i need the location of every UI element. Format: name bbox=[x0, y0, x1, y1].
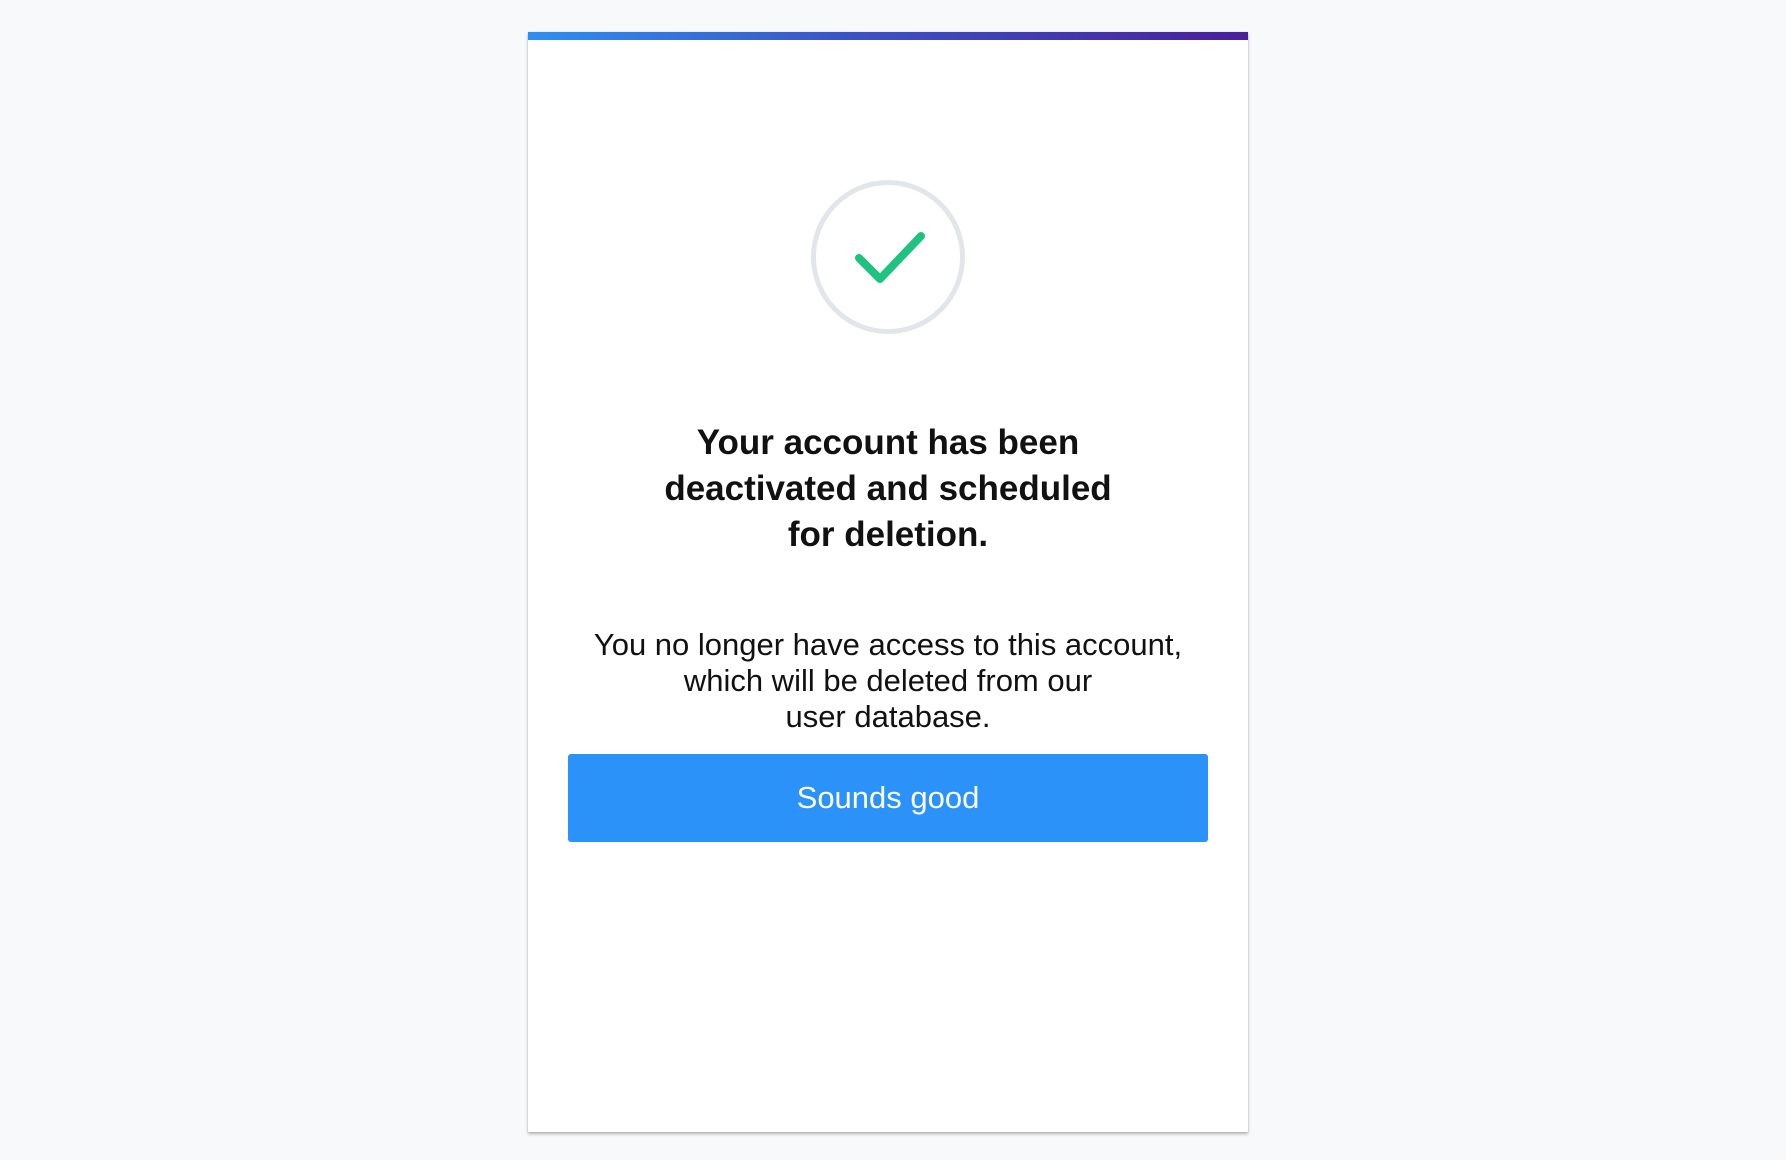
dialog-message-line: user database. bbox=[785, 699, 991, 734]
dialog-title: Your account has been deactivated and sc… bbox=[608, 420, 1168, 558]
sounds-good-button[interactable]: Sounds good bbox=[568, 754, 1208, 842]
success-status-circle bbox=[811, 180, 965, 334]
dialog-message: You no longer have access to this accoun… bbox=[568, 627, 1208, 735]
check-icon bbox=[855, 232, 925, 283]
dialog-title-line: for deletion. bbox=[787, 515, 989, 554]
dialog-message-line: which will be deleted from our bbox=[683, 663, 1093, 698]
dialog-title-line: deactivated and scheduled bbox=[664, 469, 1112, 508]
accent-bar bbox=[528, 32, 1248, 40]
dialog-message-line: You no longer have access to this accoun… bbox=[593, 627, 1183, 662]
dialog-title-line: Your account has been bbox=[696, 423, 1080, 462]
confirmation-card: Your account has been deactivated and sc… bbox=[528, 32, 1248, 1132]
page: Your account has been deactivated and sc… bbox=[0, 0, 1786, 1160]
